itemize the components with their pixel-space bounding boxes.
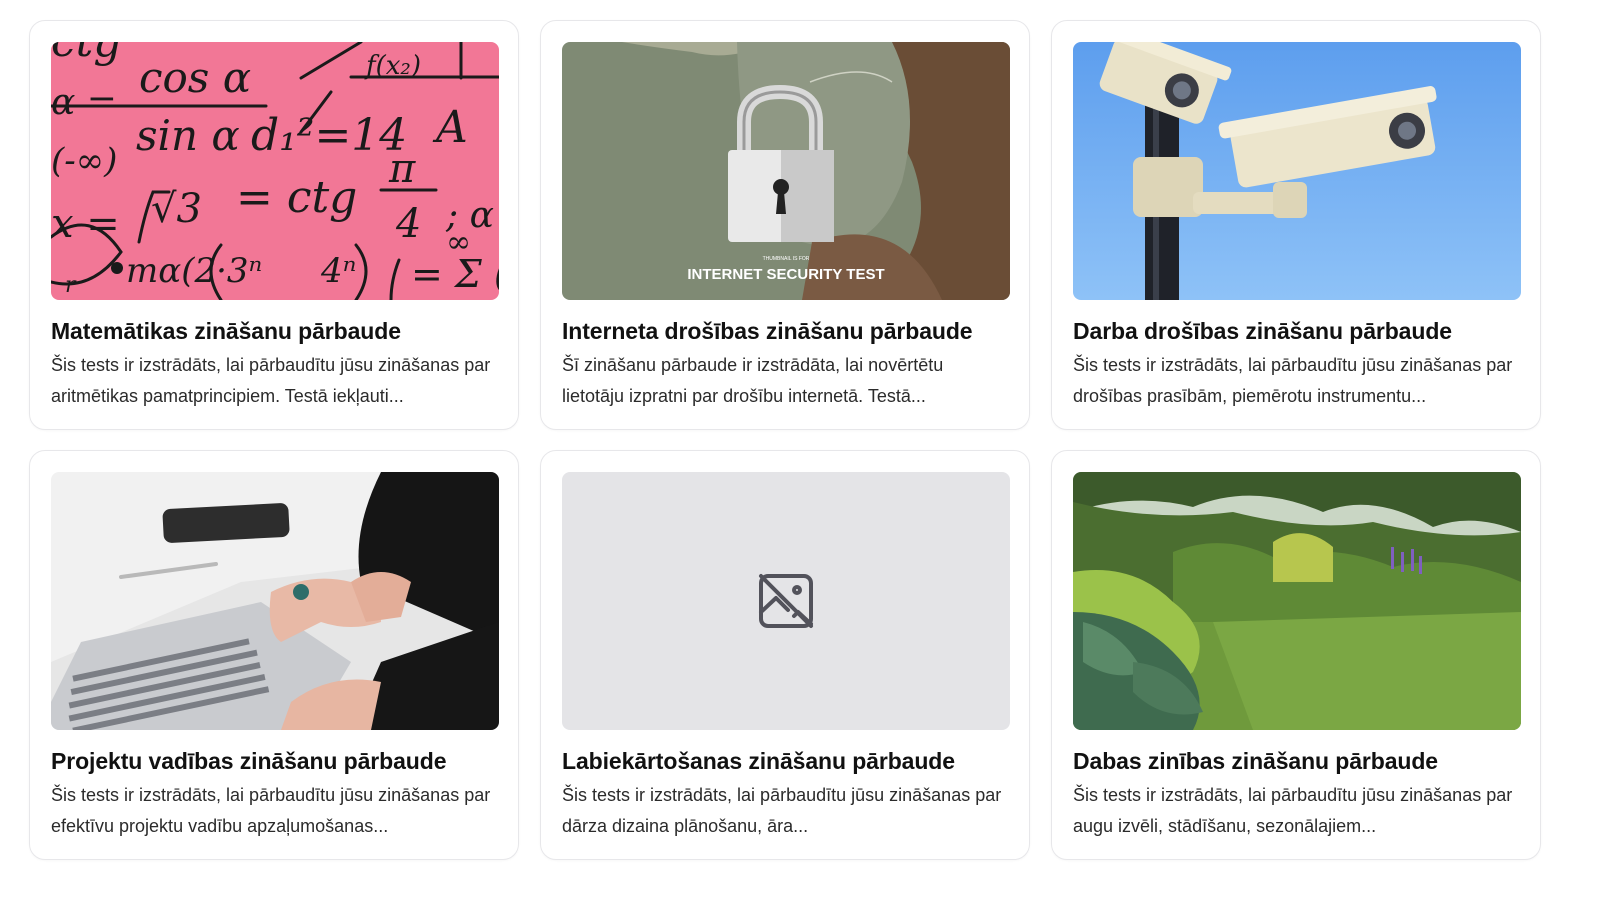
svg-text:mα(2·3ⁿ: mα(2·3ⁿ <box>126 251 262 291</box>
card-description: Šis tests ir izstrādāts, lai pārbaudītu … <box>1073 355 1513 406</box>
math-formulas-image: ctg cos α α = sin α d₁²=14 A f(x₂) (-∞) … <box>51 42 499 300</box>
svg-text:A: A <box>432 102 468 153</box>
quiz-card[interactable]: Projektu vadības zināšanu pārbaude Šis t… <box>29 450 519 860</box>
card-title[interactable]: Labiekārtošanas zināšanu pārbaude <box>562 747 1008 775</box>
card-title[interactable]: Dabas zinības zināšanu pārbaude <box>1073 747 1519 775</box>
svg-text:cos α: cos α <box>139 53 251 102</box>
svg-text:x =: x = <box>51 201 120 247</box>
svg-text:= ctg: = ctg <box>236 172 357 223</box>
svg-text:4: 4 <box>395 201 421 247</box>
quiz-card-grid: ctg cos α α = sin α d₁²=14 A f(x₂) (-∞) … <box>29 20 1541 860</box>
svg-text:d₁²=14: d₁²=14 <box>251 110 407 161</box>
card-description: Šis tests ir izstrādāts, lai pārbaudītu … <box>51 355 491 406</box>
svg-text:√3: √3 <box>151 186 202 232</box>
padlock-image: THUMBNAIL IS FOR INTERNET SECURITY TEST <box>562 42 1010 300</box>
card-title[interactable]: Matemātikas zināšanu pārbaude <box>51 317 497 345</box>
image-placeholder <box>562 472 1010 730</box>
laptop-typing-image <box>51 472 499 730</box>
card-description: Šis tests ir izstrādāts, lai pārbaudītu … <box>562 785 1002 836</box>
image-caption: INTERNET SECURITY TEST <box>687 266 884 283</box>
image-caption-small: THUMBNAIL IS FOR <box>763 256 810 262</box>
card-title[interactable]: Darba drošības zināšanu pārbaude <box>1073 317 1519 345</box>
svg-text:sin α: sin α <box>136 111 240 160</box>
quiz-card[interactable]: Darba drošības zināšanu pārbaude Šis tes… <box>1051 20 1541 430</box>
security-cameras-image <box>1073 42 1521 300</box>
svg-text:π: π <box>388 146 416 192</box>
svg-text:∞: ∞ <box>446 225 471 260</box>
card-title[interactable]: Projektu vadības zināšanu pārbaude <box>51 747 497 775</box>
svg-text:(-∞): (-∞) <box>51 141 117 181</box>
card-description: Šis tests ir izstrādāts, lai pārbaudītu … <box>51 785 491 836</box>
card-description: Šis tests ir izstrādāts, lai pārbaudītu … <box>1073 785 1513 836</box>
card-title[interactable]: Interneta drošības zināšanu pārbaude <box>562 317 1008 345</box>
svg-text:ctg: ctg <box>51 42 122 67</box>
svg-text:4ⁿ: 4ⁿ <box>320 251 356 291</box>
svg-text:f(x₂): f(x₂) <box>364 51 421 81</box>
quiz-card[interactable]: THUMBNAIL IS FOR INTERNET SECURITY TEST … <box>540 20 1030 430</box>
garden-image <box>1073 472 1521 730</box>
quiz-card[interactable]: ctg cos α α = sin α d₁²=14 A f(x₂) (-∞) … <box>29 20 519 430</box>
quiz-card[interactable]: Dabas zinības zināšanu pārbaude Šis test… <box>1051 450 1541 860</box>
svg-text:α =: α = <box>51 82 117 123</box>
svg-text:r: r <box>65 273 77 298</box>
card-description: Šī zināšanu pārbaude ir izstrādāta, lai … <box>562 355 944 406</box>
quiz-card[interactable]: Labiekārtošanas zināšanu pārbaude Šis te… <box>540 450 1030 860</box>
